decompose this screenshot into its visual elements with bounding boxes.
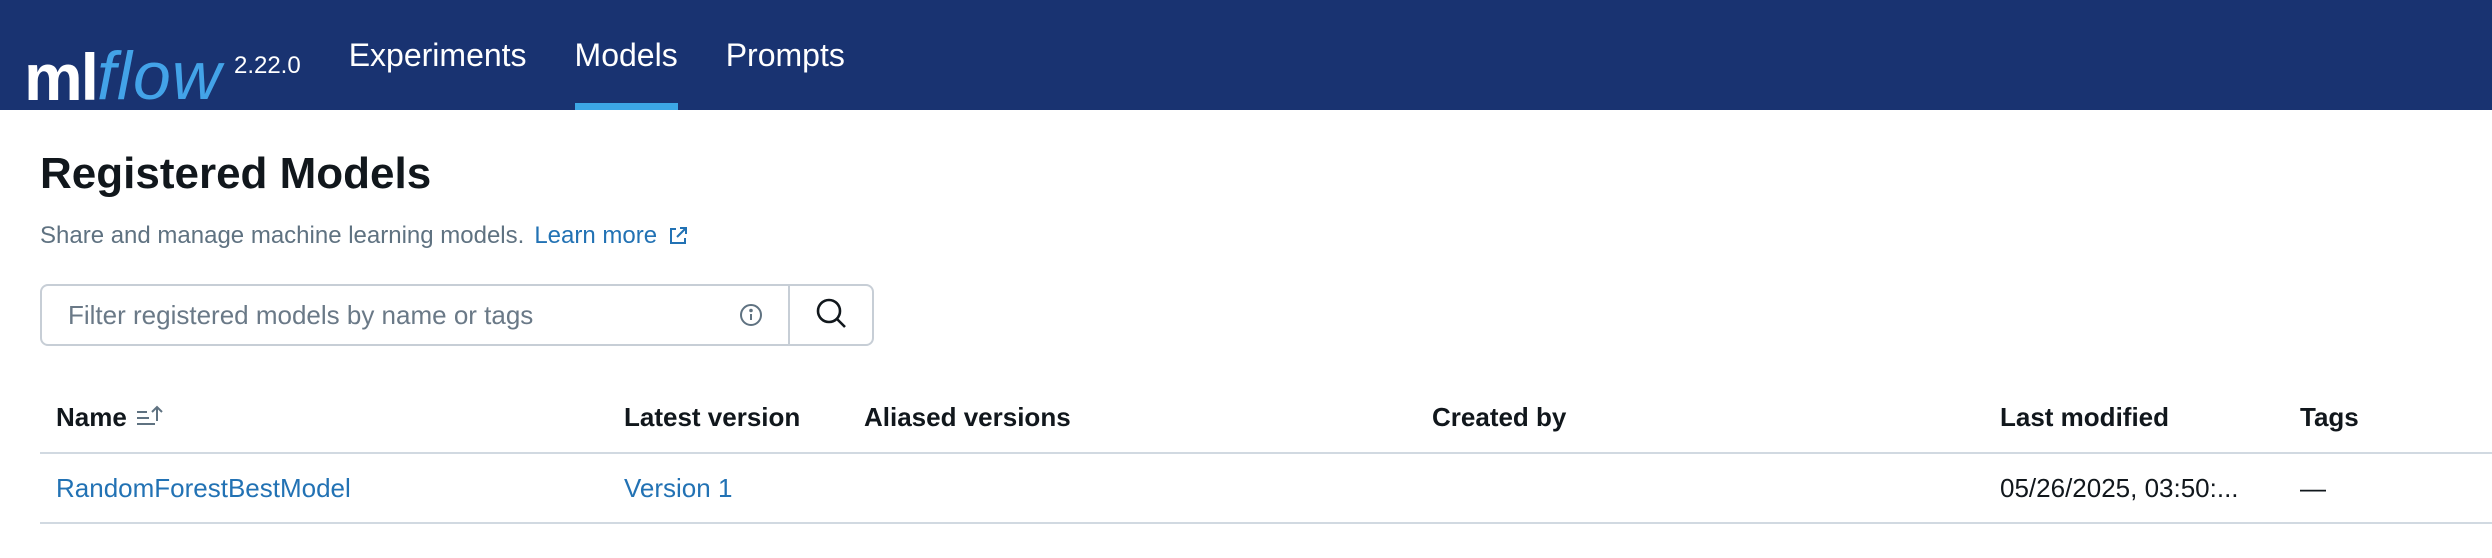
top-navigation-bar: ml flow 2.22.0 Experiments Models Prompt… — [0, 0, 2492, 110]
latest-version-link[interactable]: Version 1 — [624, 473, 732, 503]
tags-cell: — — [2300, 472, 2326, 503]
column-header-created-by: Created by — [1432, 401, 1567, 432]
column-header-tags: Tags — [2300, 401, 2359, 432]
nav-prompts[interactable]: Prompts — [726, 0, 845, 110]
table-row: RandomForestBestModel Version 1 05/26/20… — [40, 454, 2492, 524]
latest-version-cell: Version 1 — [608, 473, 848, 504]
subtitle-text: Share and manage machine learning models… — [40, 222, 525, 249]
learn-more-label: Learn more — [534, 222, 658, 249]
nav-experiments[interactable]: Experiments — [349, 0, 527, 110]
main-content: Registered Models Share and manage machi… — [0, 152, 2492, 524]
mlflow-logo[interactable]: ml flow 2.22.0 — [0, 0, 301, 110]
column-header-name[interactable]: Name — [40, 402, 608, 433]
page-subtitle: Share and manage machine learning models… — [40, 222, 2492, 250]
search-input[interactable] — [66, 298, 728, 332]
column-header-latest-version: Latest version — [624, 401, 801, 432]
search-icon — [814, 296, 848, 335]
info-icon[interactable] — [738, 302, 764, 328]
logo-flow-text: flow — [97, 38, 222, 114]
column-header-last-modified: Last modified — [2000, 401, 2170, 432]
external-link-icon — [667, 225, 689, 247]
page-title: Registered Models — [40, 149, 432, 198]
model-name-cell: RandomForestBestModel — [40, 473, 608, 504]
table-header-row: Name Latest version Aliased versions Cre… — [40, 382, 2492, 454]
registered-models-table: Name Latest version Aliased versions Cre… — [40, 382, 2492, 524]
search-field-wrapper — [40, 284, 790, 346]
sort-ascending-icon[interactable] — [135, 404, 165, 430]
search-bar — [40, 284, 2492, 346]
nav-models[interactable]: Models — [574, 0, 678, 110]
version-label: 2.22.0 — [233, 52, 301, 79]
column-header-aliased-versions: Aliased versions — [864, 401, 1071, 432]
learn-more-link[interactable]: Learn more — [534, 222, 689, 250]
logo-ml-text: ml — [24, 40, 99, 114]
model-name-link[interactable]: RandomForestBestModel — [56, 473, 351, 504]
last-modified-cell: 05/26/2025, 03:50:... — [2000, 472, 2239, 503]
column-header-name-label: Name — [56, 401, 127, 432]
main-nav: Experiments Models Prompts — [349, 0, 893, 110]
search-button[interactable] — [790, 284, 874, 346]
